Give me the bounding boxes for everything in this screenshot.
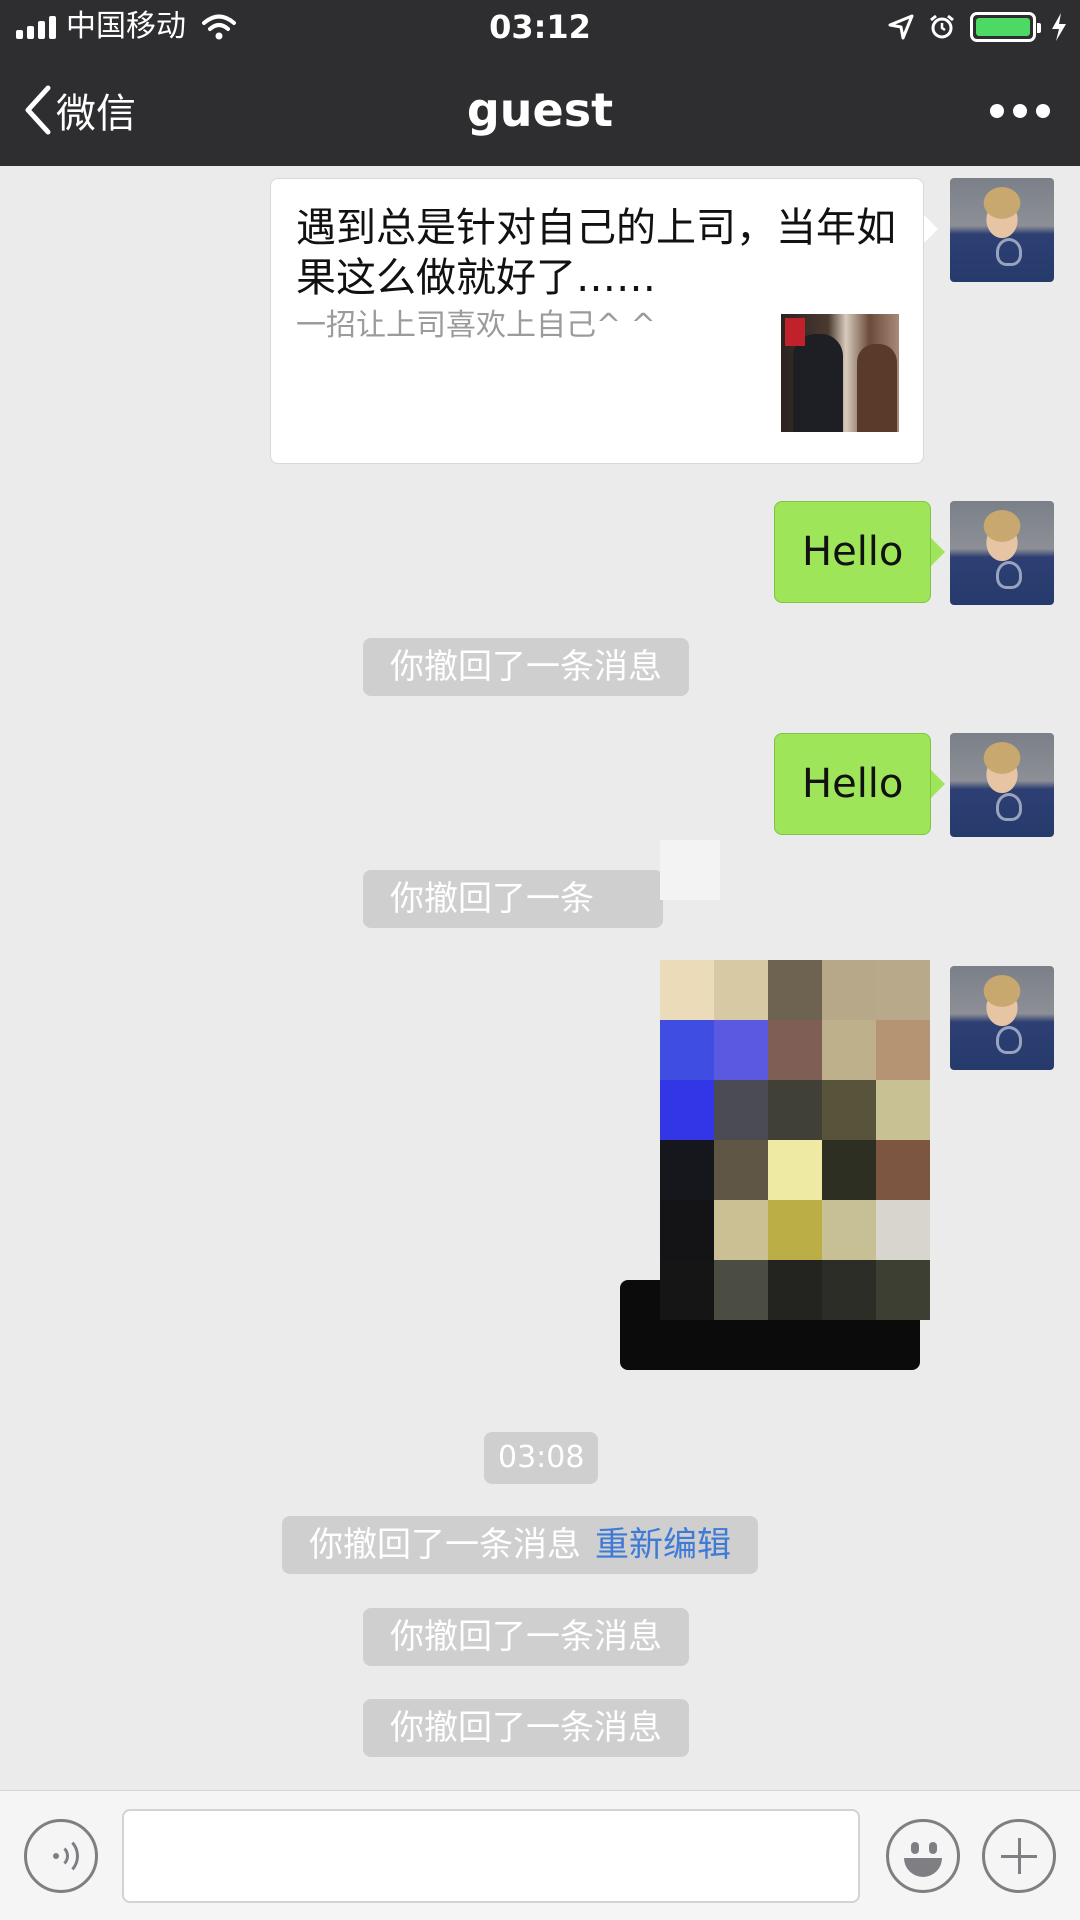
voice-button[interactable]: [24, 1819, 98, 1893]
timestamp-divider: 03:08: [484, 1432, 599, 1484]
link-card-thumbnail: [781, 314, 899, 432]
chevron-left-icon: [25, 85, 51, 135]
pixel-cell: [714, 1140, 768, 1200]
avatar[interactable]: [950, 501, 1054, 605]
more-button[interactable]: [990, 94, 1050, 128]
pixel-cell: [714, 1080, 768, 1140]
pixel-cell: [822, 1140, 876, 1200]
status-bar: 中国移动 03:12: [0, 0, 1080, 54]
pixel-cell: [822, 960, 876, 1020]
pixel-cell: [768, 960, 822, 1020]
pixel-cell: [660, 1140, 714, 1200]
reedit-link[interactable]: 重新编辑: [595, 1525, 731, 1565]
input-bar: [0, 1790, 1080, 1920]
text-message-bubble[interactable]: Hello: [774, 501, 946, 603]
pixel-cell: [660, 1020, 714, 1080]
pixel-cell: [768, 1140, 822, 1200]
status-bar-right: [888, 8, 1068, 46]
pixel-cell: [876, 960, 930, 1020]
pixel-cell: [822, 1080, 876, 1140]
status-bar-left: 中国移动: [16, 8, 236, 46]
pixel-cell: [822, 1200, 876, 1260]
pixel-cell: [768, 1260, 822, 1320]
pixel-cell: [660, 1260, 714, 1320]
image-loading-overlay: [660, 840, 720, 900]
pixel-cell: [714, 1200, 768, 1260]
pixel-cell: [714, 960, 768, 1020]
recall-notice-text: 你撤回了一条消息: [309, 1525, 581, 1565]
recall-notice: 你撤回了一条消息: [363, 1608, 689, 1666]
pixel-cell: [876, 1140, 930, 1200]
charging-bolt-icon: [1052, 13, 1066, 41]
alarm-icon: [930, 14, 954, 39]
pixel-cell: [714, 1020, 768, 1080]
pixel-cell: [660, 960, 714, 1020]
link-card-description: 一招让上司喜欢上自己^ ^: [296, 308, 656, 343]
pixel-cell: [822, 1260, 876, 1320]
pixel-cell: [876, 1080, 930, 1140]
carrier-name: 中国移动: [66, 9, 186, 44]
message-input[interactable]: [122, 1809, 860, 1903]
image-message[interactable]: [620, 960, 930, 1370]
recall-notice: 你撤回了一条消息: [363, 1699, 689, 1757]
avatar[interactable]: [950, 733, 1054, 837]
pixel-cell: [768, 1080, 822, 1140]
pixel-cell: [822, 1020, 876, 1080]
recall-notice: 你撤回了一条: [363, 870, 663, 928]
more-icon-dot: [990, 104, 1004, 118]
emoji-icon-mouth: [904, 1858, 942, 1877]
pixelated-image[interactable]: [660, 960, 930, 1320]
pixel-cell: [768, 1020, 822, 1080]
pixel-cell: [660, 1200, 714, 1260]
pixel-cell: [660, 1080, 714, 1140]
emoji-button[interactable]: [886, 1819, 960, 1893]
emoji-icon-eye: [911, 1842, 919, 1854]
link-card-message[interactable]: 遇到总是针对自己的上司，当年如果这么做就好了…… 一招让上司喜欢上自己^ ^: [270, 178, 938, 464]
emoji-icon-eye: [929, 1842, 937, 1854]
pixel-cell: [768, 1200, 822, 1260]
more-icon-dot: [1036, 104, 1050, 118]
battery-level: [976, 18, 1030, 36]
back-label: 微信: [56, 91, 136, 137]
back-button[interactable]: 微信: [22, 80, 136, 140]
plus-button[interactable]: [982, 1819, 1056, 1893]
wifi-icon: [202, 14, 236, 40]
pixel-cell: [876, 1200, 930, 1260]
signal-icon: [16, 15, 56, 39]
location-arrow-icon: [888, 14, 914, 40]
voice-wave: [43, 1836, 79, 1876]
recall-notice: 你撤回了一条消息: [363, 638, 689, 696]
recall-notice-with-reedit: 你撤回了一条消息 重新编辑: [282, 1516, 758, 1574]
pixel-cell: [714, 1260, 768, 1320]
thumbnail-figure: [793, 334, 843, 432]
avatar[interactable]: [950, 178, 1054, 282]
battery-icon: [970, 12, 1041, 42]
chat-title: guest: [466, 83, 614, 137]
text-message-bubble[interactable]: Hello: [774, 733, 946, 835]
thumbnail-seal: [785, 318, 805, 346]
nav-bar: 微信 guest: [0, 54, 1080, 166]
link-card-title: 遇到总是针对自己的上司，当年如果这么做就好了……: [296, 205, 896, 301]
thumbnail-figure: [857, 344, 897, 432]
chat-area[interactable]: 遇到总是针对自己的上司，当年如果这么做就好了…… 一招让上司喜欢上自己^ ^ H…: [0, 166, 1080, 1790]
pixel-cell: [876, 1260, 930, 1320]
pixel-cell: [876, 1020, 930, 1080]
avatar[interactable]: [950, 966, 1054, 1070]
more-icon-dot: [1013, 104, 1027, 118]
